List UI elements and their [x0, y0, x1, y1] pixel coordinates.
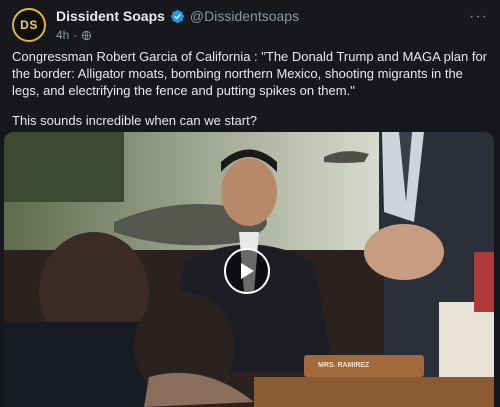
meta-row: 4h ·	[56, 28, 92, 42]
more-icon[interactable]: ···	[469, 8, 488, 26]
play-button[interactable]	[224, 248, 270, 294]
hand	[364, 224, 444, 280]
avatar-initials: DS	[20, 18, 38, 32]
tweet-text-line: This sounds incredible when can we start…	[12, 113, 257, 128]
display-name[interactable]: Dissident Soaps	[56, 8, 165, 24]
handle[interactable]: @Dissidentsoaps	[190, 8, 299, 24]
timestamp[interactable]: 4h	[56, 28, 69, 42]
tweet-card: DS Dissident Soaps @Dissidentsoaps 4h · …	[0, 0, 500, 407]
globe-icon	[82, 30, 92, 40]
tweet-text: Congressman Robert Garcia of California …	[12, 48, 490, 142]
separator-dot: ·	[73, 28, 78, 42]
play-icon	[241, 263, 254, 279]
nameplate-label: MRS. RAMIREZ	[318, 362, 370, 369]
avatar[interactable]: DS	[12, 8, 46, 42]
speaker-face	[221, 158, 277, 226]
verified-badge-icon	[171, 9, 184, 23]
tweet-header: DS Dissident Soaps @Dissidentsoaps 4h · …	[12, 6, 488, 46]
tweet-text-line: Congressman Robert Garcia of California …	[12, 49, 488, 98]
author-row: Dissident Soaps @Dissidentsoaps	[56, 8, 299, 24]
